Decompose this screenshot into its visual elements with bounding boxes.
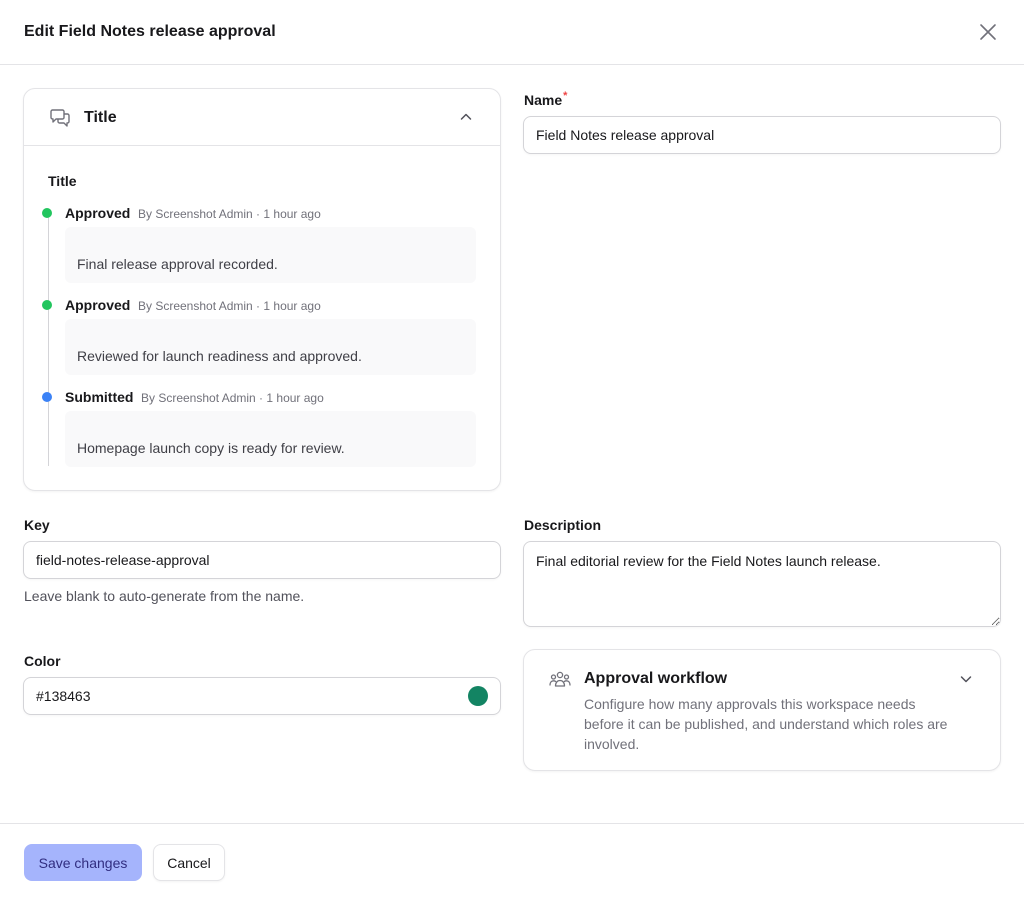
entry-comment: Final release approval recorded.: [77, 256, 278, 272]
entry-comment: Homepage launch copy is ready for review…: [77, 440, 345, 456]
users-group-icon: [549, 671, 571, 687]
entry-comment-box: Homepage launch copy is ready for review…: [65, 411, 476, 467]
name-label-text: Name: [524, 92, 563, 108]
entry-meta: By Screenshot Admin · 1 hour ago: [138, 299, 321, 313]
entry-comment: Reviewed for launch readiness and approv…: [77, 348, 362, 364]
history-card-toggle[interactable]: Title: [24, 89, 500, 146]
entry-comment-box: Final release approval recorded.: [65, 227, 476, 283]
chevron-down-icon: [960, 676, 972, 683]
entry-meta: By Screenshot Admin · 1 hour ago: [138, 207, 321, 221]
close-button[interactable]: [976, 20, 1000, 44]
timeline-line: [48, 213, 49, 466]
workflow-title: Approval workflow: [584, 670, 728, 687]
entry-comment-box: Reviewed for launch readiness and approv…: [65, 319, 476, 375]
history-card-title: Title: [84, 109, 117, 126]
required-marker: *: [563, 90, 568, 102]
description-textarea[interactable]: [523, 541, 1001, 627]
name-label: Name*: [524, 90, 568, 111]
history-section-label: Title: [48, 173, 77, 189]
entry-status: Approved: [65, 205, 131, 221]
close-icon: [980, 24, 996, 40]
color-swatch[interactable]: [468, 686, 488, 706]
approval-workflow-card[interactable]: Approval workflow Configure how many app…: [523, 649, 1001, 771]
cancel-button[interactable]: Cancel: [153, 844, 225, 881]
approval-history-card: Title Title Approved By Screenshot Admin…: [23, 88, 501, 491]
entry-status: Submitted: [65, 389, 134, 405]
key-hint: Leave blank to auto-generate from the na…: [24, 588, 305, 604]
workflow-description: Configure how many approvals this worksp…: [584, 696, 948, 752]
name-input[interactable]: [523, 116, 1001, 154]
description-label: Description: [524, 517, 602, 533]
entry-meta: By Screenshot Admin · 1 hour ago: [141, 391, 324, 405]
color-input[interactable]: [23, 677, 501, 715]
dialog-footer: Save changes Cancel: [0, 823, 1024, 900]
chevron-up-icon: [460, 113, 472, 120]
entry-status: Approved: [65, 297, 131, 313]
status-dot: [42, 392, 52, 402]
key-input[interactable]: [23, 541, 501, 579]
status-dot: [42, 208, 52, 218]
dialog-title: Edit Field Notes release approval: [24, 23, 276, 40]
chat-bubbles-icon: [50, 109, 70, 127]
status-dot: [42, 300, 52, 310]
color-label: Color: [24, 653, 61, 669]
key-label: Key: [24, 517, 50, 533]
save-changes-button[interactable]: Save changes: [24, 844, 142, 881]
dialog-header: Edit Field Notes release approval: [0, 0, 1024, 65]
